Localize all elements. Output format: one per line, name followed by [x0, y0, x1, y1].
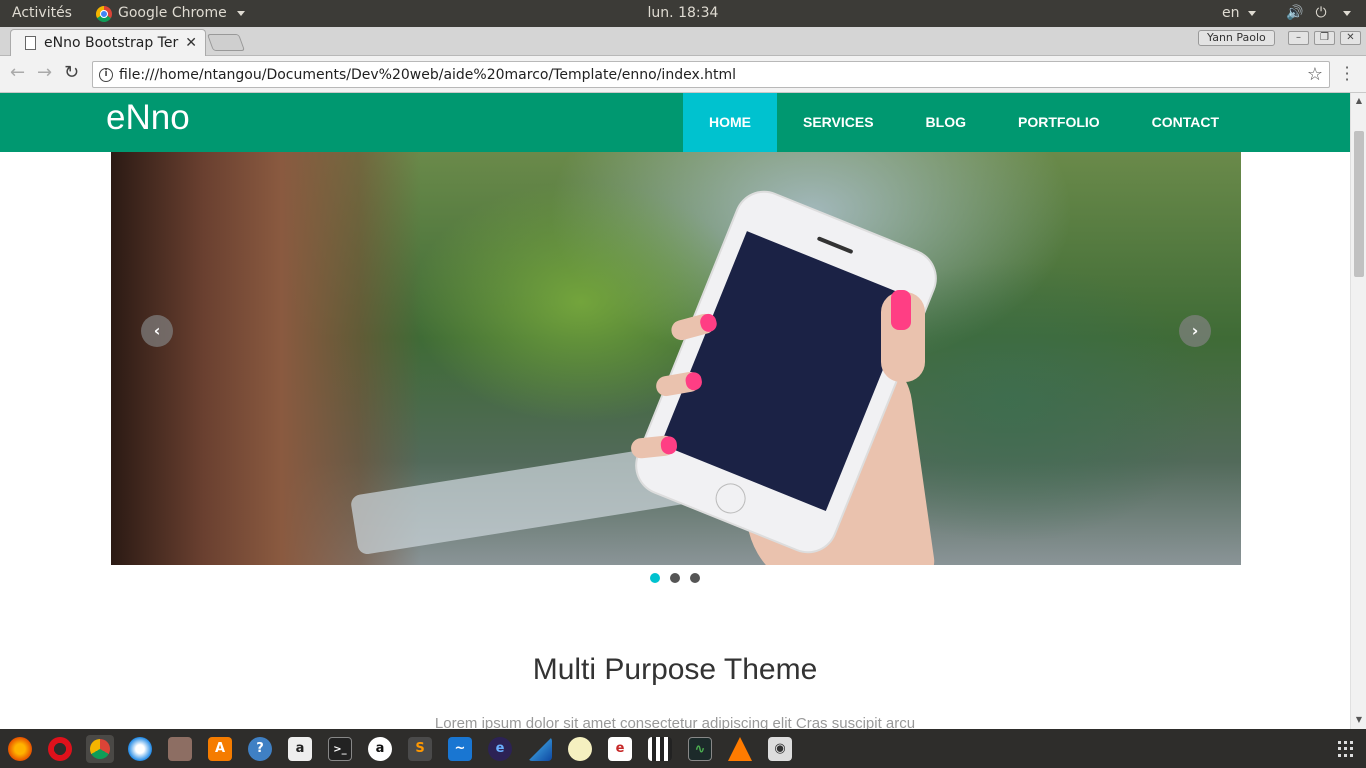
chevron-down-icon — [1342, 11, 1351, 16]
help-icon[interactable]: ? — [248, 737, 272, 761]
opera-icon[interactable] — [48, 737, 72, 761]
chrome-icon — [96, 5, 112, 22]
app-menu[interactable]: Google Chrome — [96, 0, 245, 27]
page-scrollbar[interactable]: ▲ ▼ — [1350, 93, 1366, 729]
chrome-active-slot[interactable] — [86, 735, 114, 763]
back-icon[interactable]: ← — [10, 64, 25, 82]
thunderbird-icon[interactable] — [128, 737, 152, 761]
nav-portfolio[interactable]: PORTFOLIO — [992, 93, 1126, 152]
terminal-icon[interactable]: >_ — [328, 737, 352, 761]
carousel-indicator-1[interactable] — [650, 573, 660, 583]
close-window-button[interactable]: ✕ — [1340, 31, 1361, 45]
sublime-icon[interactable]: S — [408, 737, 432, 761]
vlc-icon[interactable] — [728, 737, 752, 761]
software-icon[interactable]: A — [208, 737, 232, 761]
ebook-icon[interactable]: e — [608, 737, 632, 761]
carousel-indicators — [650, 573, 700, 583]
system-monitor-icon[interactable]: ∿ — [688, 737, 712, 761]
thumbnail-nail — [891, 290, 911, 330]
document-icon — [25, 36, 36, 50]
chrome-menu-icon[interactable]: · · · — [1341, 60, 1353, 88]
site-navbar: eNno HOME SERVICES BLOG PORTFOLIO CONTAC… — [0, 93, 1350, 152]
forward-icon[interactable]: → — [37, 64, 52, 82]
system-top-bar: Activités Google Chrome lun. 18:34 en 🔊 … — [0, 0, 1366, 27]
scroll-down-icon[interactable]: ▼ — [1351, 715, 1366, 724]
new-tab-button[interactable] — [206, 34, 246, 51]
page-viewport: eNno HOME SERVICES BLOG PORTFOLIO CONTAC… — [0, 93, 1350, 729]
webcam-icon[interactable] — [568, 737, 592, 761]
show-applications-icon[interactable] — [1338, 741, 1354, 757]
section-title: Multi Purpose Theme — [532, 653, 818, 686]
profile-button[interactable]: Yann Paolo — [1198, 30, 1275, 46]
phone-speaker — [816, 236, 854, 255]
app-menu-label: Google Chrome — [118, 5, 227, 21]
screenshot-icon[interactable]: ◉ — [768, 737, 792, 761]
carousel-next-button[interactable]: › — [1179, 315, 1211, 347]
amazon-icon[interactable]: a — [288, 737, 312, 761]
section-text: Lorem ipsum dolor sit amet consectetur a… — [434, 715, 916, 729]
volume-icon: 🔊 — [1286, 5, 1304, 21]
firefox-icon[interactable] — [8, 737, 32, 761]
bookmark-star-icon[interactable]: ☆ — [1307, 64, 1323, 85]
power-icon: ⏻ — [1315, 5, 1327, 21]
eclipse-icon[interactable]: e — [488, 737, 512, 761]
system-menu[interactable]: 🔊 ⏻ — [1286, 0, 1351, 27]
clock[interactable]: lun. 18:34 — [648, 5, 719, 21]
address-bar[interactable]: i file:///home/ntangou/Documents/Dev%20w… — [92, 61, 1330, 88]
chevron-down-icon — [236, 11, 245, 16]
url-text[interactable]: file:///home/ntangou/Documents/Dev%20web… — [119, 67, 1307, 83]
nav-blog[interactable]: BLOG — [900, 93, 992, 152]
reload-icon[interactable]: ↻ — [64, 64, 79, 82]
video-editor-icon[interactable] — [648, 737, 672, 761]
monitor-icon[interactable]: ~ — [448, 737, 472, 761]
site-menu: HOME SERVICES BLOG PORTFOLIO CONTACT — [683, 93, 1245, 152]
browser-toolbar: ← → ↻ i file:///home/ntangou/Documents/D… — [0, 56, 1366, 93]
tab-title: eNno Bootstrap Ter — [44, 35, 179, 51]
chevron-down-icon — [1247, 10, 1256, 16]
nav-services[interactable]: SERVICES — [777, 93, 900, 152]
scrollbar-thumb[interactable] — [1354, 131, 1364, 277]
chrome-icon — [90, 739, 110, 759]
netbeans-icon[interactable] — [528, 737, 552, 761]
carousel-indicator-2[interactable] — [670, 573, 680, 583]
anki-icon[interactable]: a — [368, 737, 392, 761]
thumb — [881, 290, 925, 382]
language-menu[interactable]: en — [1222, 0, 1256, 27]
browser-tab[interactable]: eNno Bootstrap Ter ✕ — [10, 29, 206, 56]
nav-contact[interactable]: CONTACT — [1126, 93, 1245, 152]
minimize-button[interactable]: – — [1288, 31, 1309, 45]
site-logo[interactable]: eNno — [106, 98, 190, 138]
hero-carousel-image: ‹ › — [111, 152, 1241, 565]
info-icon[interactable]: i — [99, 67, 113, 82]
maximize-button[interactable]: ❐ — [1314, 31, 1335, 45]
close-tab-icon[interactable]: ✕ — [185, 35, 197, 51]
phone-home-button — [711, 478, 751, 518]
tab-strip: eNno Bootstrap Ter ✕ Yann Paolo – ❐ ✕ — [0, 27, 1366, 56]
activities-button[interactable]: Activités — [12, 0, 72, 27]
carousel-prev-button[interactable]: ‹ — [141, 315, 173, 347]
scroll-up-icon[interactable]: ▲ — [1351, 96, 1366, 105]
carousel-indicator-3[interactable] — [690, 573, 700, 583]
nav-home[interactable]: HOME — [683, 93, 777, 152]
dock-taskbar: A ? a >_ a S ~ e e ∿ ◉ — [0, 729, 1366, 768]
files-icon[interactable] — [168, 737, 192, 761]
language-label: en — [1222, 5, 1240, 21]
